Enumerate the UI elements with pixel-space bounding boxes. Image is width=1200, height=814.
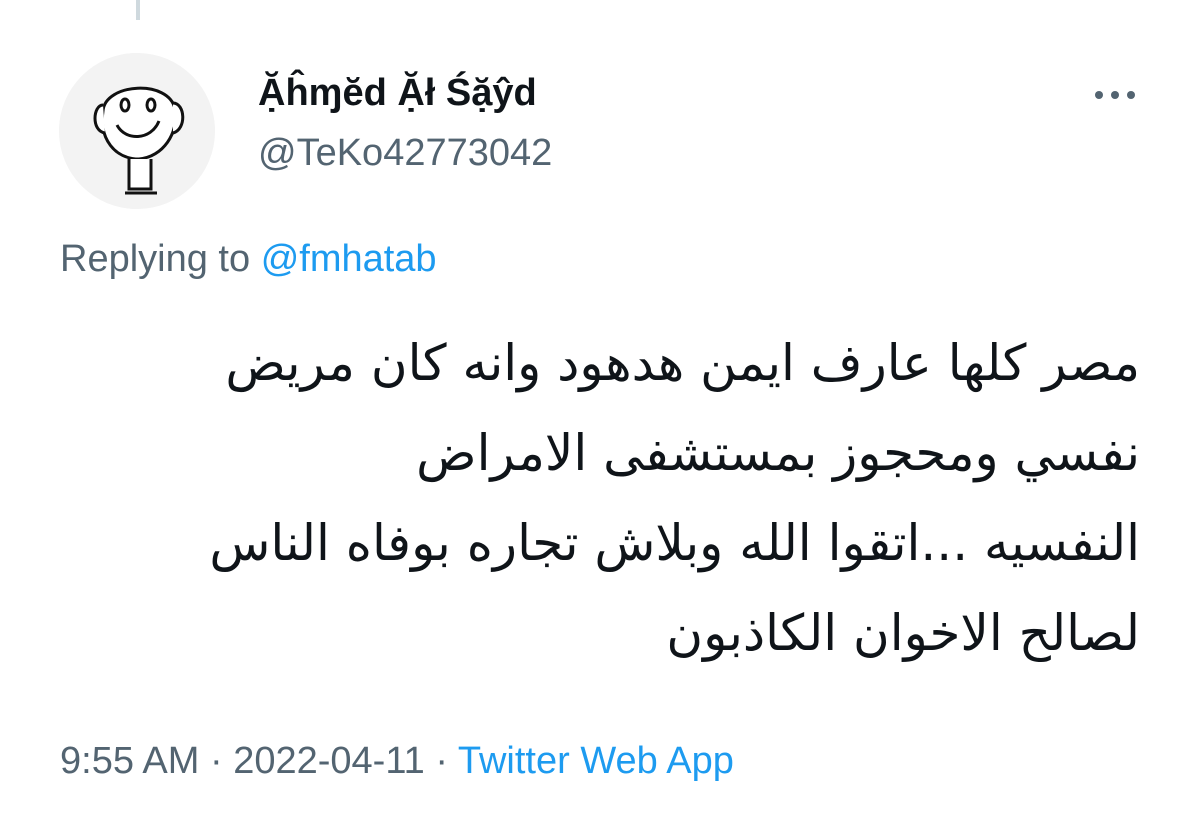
tweet-detail: Ặĥɱĕd Ặł Śặŷd @TeKo42773042 Replying to … xyxy=(0,0,1200,814)
meta-separator: · xyxy=(435,740,448,782)
more-options-button[interactable] xyxy=(1090,80,1140,110)
tweet-text: مصر كلها عارف ايمن هدهود وانه كان مريض ن… xyxy=(60,318,1140,678)
avatar[interactable] xyxy=(59,53,215,209)
reply-mention-link[interactable]: @fmhatab xyxy=(261,238,437,280)
tweet-text-line: لصالح الاخوان الكاذبون xyxy=(666,604,1140,662)
replying-to-label: Replying to xyxy=(60,238,251,280)
meta-separator: · xyxy=(209,740,223,782)
tweet-text-line: النفسيه ...اتقوا الله وبلاش تجاره بوفاه … xyxy=(209,514,1140,572)
user-handle[interactable]: @TeKo42773042 xyxy=(258,130,552,176)
display-name[interactable]: Ặĥɱĕd Ặł Śặŷd xyxy=(258,70,537,116)
cartoon-face-avatar-icon xyxy=(59,53,215,209)
tweet-date[interactable]: 2022-04-11 xyxy=(233,740,425,782)
tweet-text-line: نفسي ومحجوز بمستشفى الامراض xyxy=(416,424,1140,482)
tweet-time[interactable]: 9:55 AM xyxy=(60,740,199,782)
tweet-metadata: 9:55 AM · 2022-04-11 · Twitter Web App xyxy=(60,738,734,784)
tweet-source-link[interactable]: Twitter Web App xyxy=(458,740,734,782)
ellipsis-icon xyxy=(1095,91,1135,99)
thread-connector-line xyxy=(136,0,140,20)
replying-to: Replying to @fmhatab xyxy=(60,236,437,282)
tweet-text-line: مصر كلها عارف ايمن هدهود وانه كان مريض xyxy=(225,334,1140,392)
